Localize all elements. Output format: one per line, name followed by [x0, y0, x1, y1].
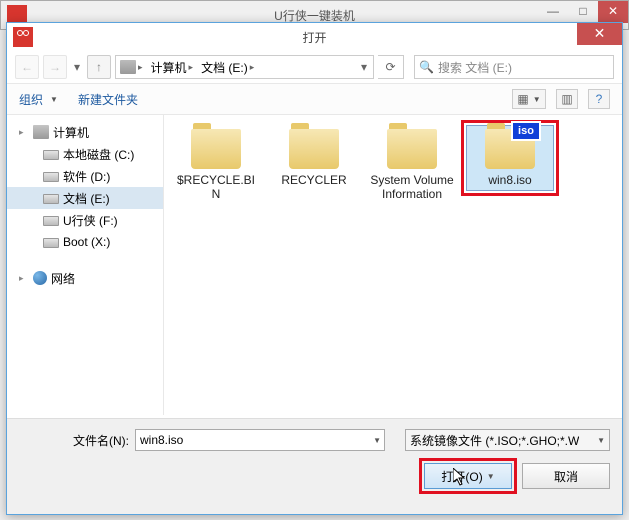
iso-badge: iso — [511, 121, 541, 141]
file-type-filter[interactable]: 系统镜像文件 (*.ISO;*.GHO;*.W ▼ — [405, 429, 610, 451]
search-icon: 🔍 — [419, 60, 434, 74]
filename-label: 文件名(N): — [19, 432, 129, 449]
dialog-titlebar: 打开 ✕ — [7, 23, 622, 51]
search-placeholder: 搜索 文档 (E:) — [438, 59, 512, 76]
file-item-folder[interactable]: System Volume Information — [368, 125, 456, 206]
breadcrumb-seg-current[interactable]: 文档 (E:) — [201, 59, 248, 76]
drive-icon — [43, 216, 59, 226]
chevron-down-icon: ▼ — [597, 436, 605, 445]
forward-button[interactable]: → — [43, 55, 67, 79]
breadcrumb-dropdown[interactable]: ▾ — [355, 60, 373, 74]
filename-input[interactable] — [135, 429, 385, 451]
tree-item-drive-x[interactable]: Boot (X:) — [7, 231, 163, 253]
open-file-dialog: 打开 ✕ ← → ▾ ↑ ▸ 计算机▸ 文档 (E:)▸ ▾ ⟳ 🔍 搜索 文档… — [6, 22, 623, 515]
toolbar: 组织▼ 新建文件夹 ▦▼ ▥ ? — [7, 83, 622, 115]
navigation-bar: ← → ▾ ↑ ▸ 计算机▸ 文档 (E:)▸ ▾ ⟳ 🔍 搜索 文档 (E:) — [7, 51, 622, 83]
tree-item-computer[interactable]: ▸ 计算机 — [7, 121, 163, 143]
dialog-close-button[interactable]: ✕ — [577, 23, 622, 45]
filename-dropdown-icon[interactable]: ▼ — [373, 436, 381, 445]
tree-item-drive-f[interactable]: U行侠 (F:) — [7, 209, 163, 231]
computer-icon — [33, 125, 49, 139]
expand-icon[interactable]: ▸ — [19, 273, 29, 284]
parent-minimize-button[interactable]: — — [538, 1, 568, 23]
parent-close-button[interactable]: ✕ — [598, 1, 628, 23]
sidebar-tree: ▸ 计算机 本地磁盘 (C:) 软件 (D:) 文档 (E:) U行侠 (F:)… — [7, 115, 164, 415]
drive-icon — [43, 194, 59, 204]
parent-maximize-button[interactable]: □ — [568, 1, 598, 23]
history-dropdown[interactable]: ▾ — [71, 55, 83, 79]
cancel-button[interactable]: 取消 — [522, 463, 610, 489]
tree-item-drive-c[interactable]: 本地磁盘 (C:) — [7, 143, 163, 165]
tree-item-network[interactable]: ▸ 网络 — [7, 267, 163, 289]
organize-menu[interactable]: 组织▼ — [19, 91, 58, 108]
search-input[interactable]: 🔍 搜索 文档 (E:) — [414, 55, 614, 79]
up-button[interactable]: ↑ — [87, 55, 111, 79]
preview-pane-button[interactable]: ▥ — [556, 89, 578, 109]
tree-item-drive-d[interactable]: 软件 (D:) — [7, 165, 163, 187]
dialog-title: 打开 — [302, 29, 326, 46]
breadcrumb-seg-computer[interactable]: 计算机 — [151, 59, 187, 76]
folder-icon — [387, 129, 437, 169]
file-item-iso[interactable]: iso win8.iso — [466, 125, 554, 191]
file-item-folder[interactable]: $RECYCLE.BIN — [172, 125, 260, 206]
folder-icon — [191, 129, 241, 169]
drive-icon — [43, 150, 59, 160]
folder-icon — [289, 129, 339, 169]
drive-icon — [120, 60, 136, 74]
breadcrumb-bar[interactable]: ▸ 计算机▸ 文档 (E:)▸ ▾ — [115, 55, 374, 79]
file-item-folder[interactable]: RECYCLER — [270, 125, 358, 191]
network-icon — [33, 271, 47, 285]
view-options-button[interactable]: ▦▼ — [512, 89, 546, 109]
iso-file-icon: iso — [485, 129, 535, 169]
refresh-button[interactable]: ⟳ — [378, 55, 404, 79]
file-list[interactable]: $RECYCLE.BIN RECYCLER System Volume Info… — [164, 115, 622, 415]
drive-icon — [43, 172, 59, 182]
dialog-footer: 文件名(N): ▼ 系统镜像文件 (*.ISO;*.GHO;*.W ▼ 打开(O… — [7, 418, 622, 514]
back-button[interactable]: ← — [15, 55, 39, 79]
open-button[interactable]: 打开(O)▼ — [424, 463, 512, 489]
dialog-app-icon — [13, 27, 33, 47]
help-button[interactable]: ? — [588, 89, 610, 109]
new-folder-button[interactable]: 新建文件夹 — [78, 91, 138, 108]
expand-icon[interactable]: ▸ — [19, 127, 29, 138]
drive-icon — [43, 238, 59, 248]
tree-item-drive-e[interactable]: 文档 (E:) — [7, 187, 163, 209]
